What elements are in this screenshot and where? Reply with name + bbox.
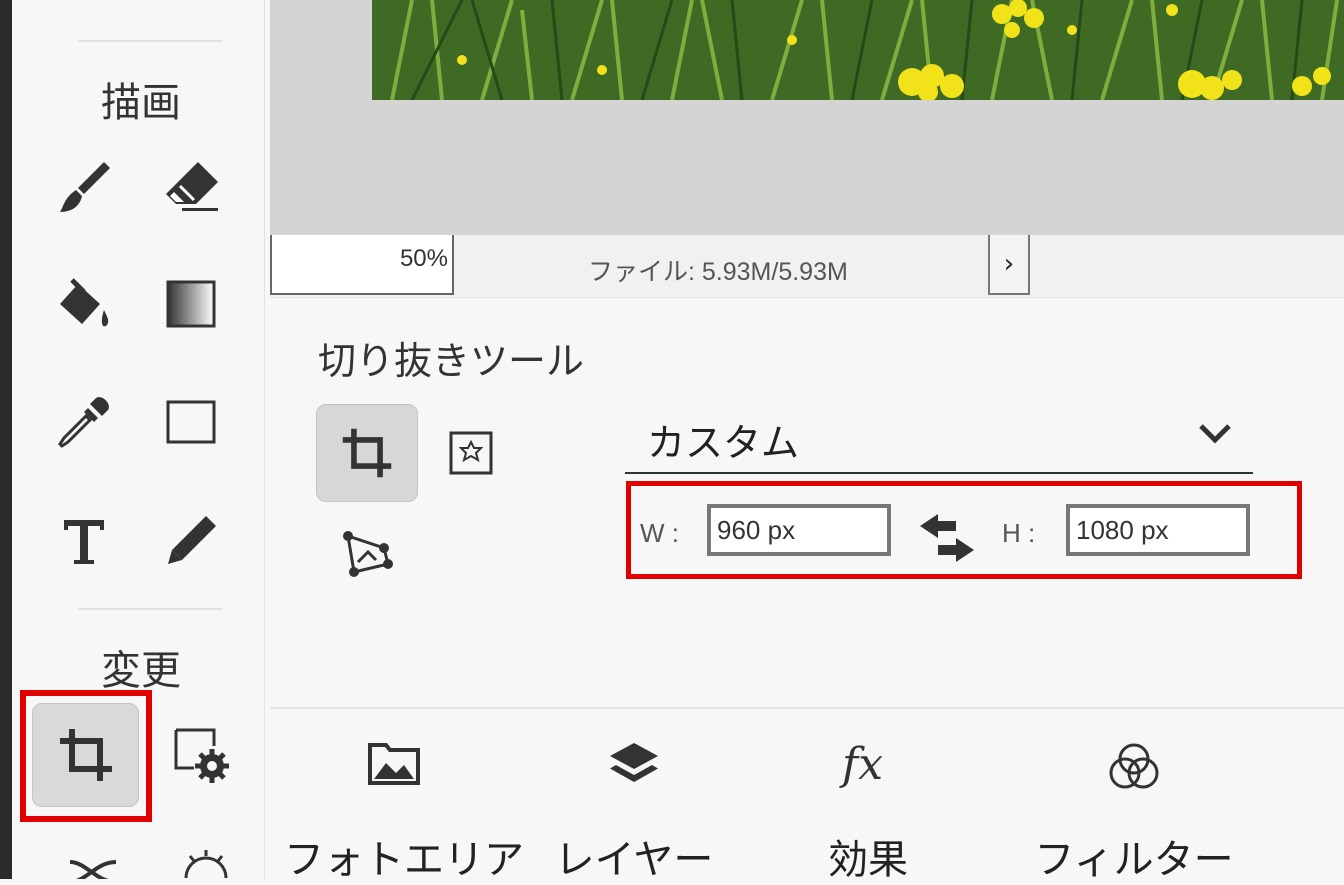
eyedropper-icon: [58, 397, 109, 448]
canola-field-image: [372, 0, 1344, 100]
window-edge: [0, 0, 12, 879]
shape-tool[interactable]: [152, 382, 232, 462]
rotate-square-icon: [449, 431, 493, 475]
panel-title: 切り抜きツール: [318, 339, 585, 383]
section-title-draw: 描画: [101, 80, 181, 126]
width-label: W :: [640, 518, 679, 548]
canvas-settings-icon: [174, 728, 229, 783]
gradient-tool[interactable]: [152, 264, 232, 344]
perspective-icon: [343, 531, 393, 577]
pencil-tool[interactable]: [152, 500, 232, 580]
nav-effects[interactable]: fx 効果: [758, 709, 978, 883]
height-label: H :: [1002, 518, 1036, 548]
paint-bucket-icon: [60, 278, 109, 327]
height-input[interactable]: [1066, 504, 1250, 556]
crop-icon: [59, 729, 112, 781]
text-icon: [64, 520, 104, 564]
layers-icon: [610, 743, 658, 782]
chevron-right-icon: ›: [1003, 249, 1015, 279]
crop-tool[interactable]: [32, 703, 139, 807]
photo-folder-icon: [368, 743, 420, 785]
status-expand-button[interactable]: ›: [988, 235, 1030, 295]
aspect-preset-select[interactable]: カスタム: [625, 404, 1253, 474]
nav-photo-area[interactable]: フォトエリア: [284, 709, 524, 883]
crop-icon: [342, 428, 392, 478]
canvas-image[interactable]: [372, 0, 1344, 100]
adjust-tool[interactable]: [176, 848, 236, 879]
width-input[interactable]: [707, 504, 891, 556]
toolbar-divider: [78, 40, 222, 42]
toolbar-divider: [78, 608, 222, 610]
shuffle-tool[interactable]: [66, 848, 126, 879]
pencil-icon: [168, 516, 216, 564]
section-title-transform: 変更: [101, 648, 181, 694]
fill-tool[interactable]: [44, 264, 124, 344]
zoom-level-value: 50%: [399, 245, 448, 272]
swap-dimensions-button[interactable]: [916, 510, 978, 566]
bottom-navigation: フォトエリア レイヤー fx 効果 フィルター: [270, 707, 1344, 883]
text-tool[interactable]: [44, 500, 124, 580]
zoom-level-field[interactable]: 50%: [270, 235, 454, 295]
sun-adjust-icon: [184, 850, 228, 879]
filter-icon: [1109, 743, 1159, 789]
chevron-down-icon: [1199, 424, 1231, 444]
swap-arrows-icon: [920, 514, 974, 562]
left-toolbar: 描画 変更: [12, 0, 265, 879]
straighten-button[interactable]: [448, 430, 494, 476]
crop-mode-button[interactable]: [316, 404, 418, 502]
gradient-icon: [166, 280, 216, 328]
canvas-settings-tool[interactable]: [162, 714, 242, 794]
eraser-icon: [166, 162, 218, 211]
nav-filters[interactable]: フィルター: [1024, 709, 1244, 883]
brush-icon: [60, 162, 110, 212]
brush-tool[interactable]: [44, 146, 124, 226]
perspective-crop-button[interactable]: [340, 528, 394, 580]
nav-label: レイヤー: [554, 837, 714, 883]
nav-layers[interactable]: レイヤー: [524, 709, 744, 883]
aspect-preset-value: カスタム: [647, 421, 800, 465]
fx-icon: fx: [839, 739, 883, 790]
nav-label: フィルター: [1034, 837, 1234, 883]
eraser-tool[interactable]: [152, 146, 232, 226]
shuffle-icon: [69, 860, 117, 879]
nav-label: フォトエリア: [284, 837, 524, 883]
nav-label: 効果: [828, 837, 908, 883]
svg-text:fx: fx: [839, 739, 883, 790]
eyedropper-tool[interactable]: [44, 382, 124, 462]
file-size-info: ファイル: 5.93M/5.93M: [588, 258, 848, 286]
rectangle-icon: [166, 400, 216, 444]
